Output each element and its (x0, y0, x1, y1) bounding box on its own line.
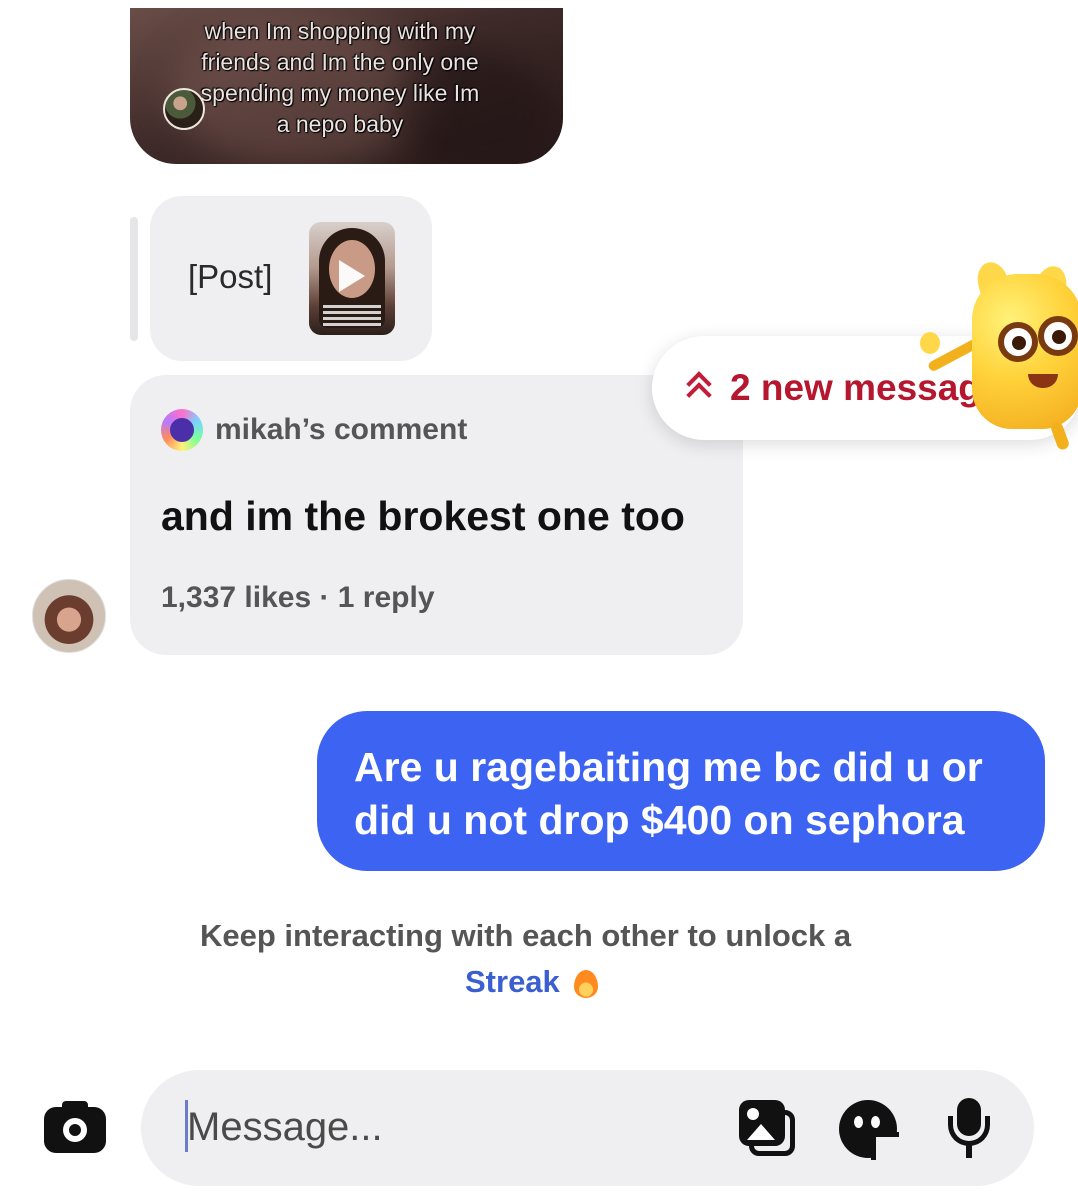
gallery-icon[interactable] (739, 1100, 797, 1158)
comment-meta: 1,337 likes · 1 reply (161, 581, 435, 614)
thumbnail-caption (319, 302, 385, 332)
sticker-icon[interactable] (839, 1100, 899, 1160)
streak-hint-text: Keep interacting with each other to unlo… (200, 918, 852, 953)
sender-avatar[interactable] (32, 579, 106, 653)
comment-author-avatar (161, 409, 203, 451)
reply-indicator-bar (130, 217, 138, 341)
microphone-icon[interactable] (944, 1098, 994, 1160)
comment-header: mikah’s comment (161, 409, 467, 451)
flame-icon (573, 966, 598, 998)
play-icon[interactable] (339, 260, 365, 292)
streak-row: Streak (465, 964, 598, 1000)
camera-button[interactable] (44, 1099, 106, 1155)
outgoing-message-text: Are u ragebaiting me bc did u or did u n… (354, 744, 983, 843)
video-caption: when Im shopping with my friends and Im … (200, 18, 480, 137)
post-reply-bubble[interactable]: [Post] (150, 196, 432, 361)
post-label: [Post] (188, 258, 273, 295)
comment-author: mikah’s comment (215, 413, 468, 446)
message-input[interactable] (187, 1098, 707, 1156)
comment-text: and im the brokest one too (161, 493, 685, 539)
shared-comment-bubble[interactable]: mikah’s comment and im the brokest one t… (130, 375, 743, 655)
message-composer[interactable] (141, 1070, 1034, 1186)
video-author-avatar[interactable] (163, 88, 205, 130)
streak-link[interactable]: Streak (465, 964, 560, 1000)
outgoing-message-bubble[interactable]: Are u ragebaiting me bc did u or did u n… (317, 711, 1045, 871)
mascot-icon (918, 258, 1078, 452)
post-thumbnail[interactable] (309, 222, 395, 335)
video-message-card[interactable]: when Im shopping with my friends and Im … (130, 8, 563, 164)
chevron-up-icon (686, 371, 714, 408)
